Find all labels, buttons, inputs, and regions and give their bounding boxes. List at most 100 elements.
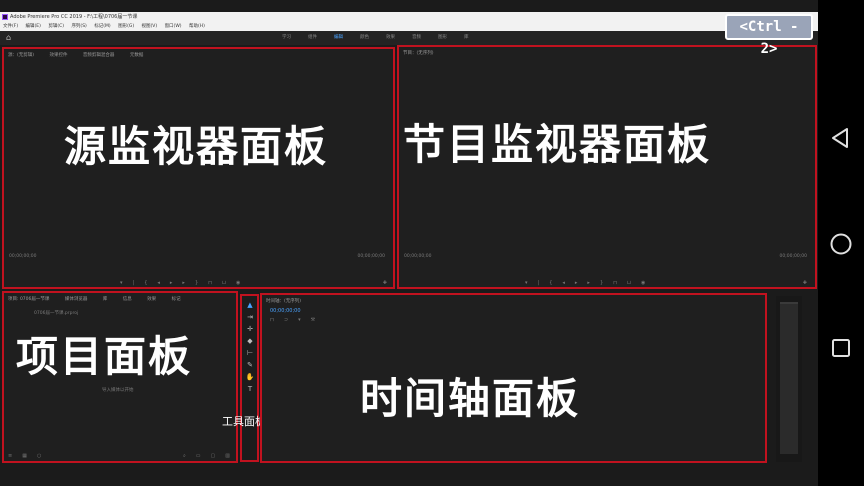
step-forward-icon[interactable]: ▸ — [182, 280, 185, 286]
play-icon[interactable]: ▸ — [170, 280, 173, 286]
mark-in-icon[interactable]: ▾ — [525, 280, 528, 286]
home-circle-icon[interactable] — [829, 232, 853, 256]
program-transport-controls: ▾ | { ◂ ▸ ▸ } ⊓ ⊔ ◉ — [525, 280, 645, 286]
android-nav-bar — [818, 0, 864, 486]
tab-markers[interactable]: 标记 — [172, 297, 181, 302]
program-timecode-left: 00;00;00;00 — [404, 254, 432, 259]
tools-panel: ▲ ⇥ ✛ ◆ ⊢ ✎ ✋ T — [240, 294, 259, 462]
go-to-out-icon[interactable]: } — [195, 280, 198, 286]
export-frame-icon[interactable]: ◉ — [641, 280, 645, 286]
step-back-icon[interactable]: ◂ — [562, 280, 565, 286]
track-select-tool-icon[interactable]: ⇥ — [245, 312, 255, 322]
workspace-bar: ⌂ 学习 组件 编辑 颜色 效果 音频 图形 库 — [0, 31, 818, 45]
timeline-settings-icon[interactable]: ⚒ — [311, 317, 315, 323]
step-back-icon[interactable]: ◂ — [157, 280, 160, 286]
overwrite-icon[interactable]: ⊔ — [222, 280, 226, 286]
tab-effects[interactable]: 效果 — [147, 297, 156, 302]
menu-edit[interactable]: 编辑(E) — [26, 24, 41, 29]
plus-icon[interactable]: ✚ — [803, 280, 807, 286]
home-icon[interactable]: ⌂ — [6, 34, 14, 42]
selection-tool-icon[interactable]: ▲ — [245, 300, 255, 310]
project-panel-tabs: 项目: 0706届一节课 媒体浏览器 库 信息 效果 标记 — [8, 296, 195, 302]
source-monitor-tabs: 源：(无剪辑) 效果控件 音频剪辑混合器 元数据 — [8, 52, 157, 58]
menu-help[interactable]: 帮助(H) — [189, 24, 205, 29]
status-bar — [0, 466, 818, 486]
workspace-tab-libraries[interactable]: 库 — [464, 31, 469, 45]
menu-file[interactable]: 文件(F) — [3, 24, 18, 29]
insert-icon[interactable]: ⊓ — [208, 280, 212, 286]
workspace-tab-graphics[interactable]: 图形 — [438, 31, 447, 45]
timeline-panel-tabs: 时间轴：(无序列) — [266, 298, 315, 304]
go-to-in-icon[interactable]: { — [144, 280, 147, 286]
project-panel: 项目: 0706届一节课 媒体浏览器 库 信息 效果 标记 0706届一节课.p… — [2, 291, 238, 463]
menu-clip[interactable]: 剪辑(C) — [48, 24, 64, 29]
workspace-tab-assembly[interactable]: 组件 — [308, 31, 317, 45]
program-monitor-panel: 节目：(无序列) 节目监视器面板 00;00;00;00 00;00;00;00… — [397, 45, 817, 289]
back-icon[interactable] — [829, 126, 853, 150]
source-timecode-right: 00;00;00;00 — [357, 254, 385, 259]
play-icon[interactable]: ▸ — [575, 280, 578, 286]
list-view-icon[interactable]: ≡ — [8, 453, 12, 459]
tab-audio-clip-mixer[interactable]: 音频剪辑混合器 — [83, 53, 115, 58]
lift-icon[interactable]: ⊓ — [613, 280, 617, 286]
step-forward-icon[interactable]: ▸ — [587, 280, 590, 286]
mark-in-icon[interactable]: ▾ — [120, 280, 123, 286]
ripple-edit-tool-icon[interactable]: ✛ — [245, 324, 255, 334]
menu-bar: 文件(F) 编辑(E) 剪辑(C) 序列(S) 标记(M) 图形(G) 视图(V… — [0, 22, 818, 31]
tab-metadata[interactable]: 元数据 — [130, 53, 144, 58]
pen-tool-icon[interactable]: ✎ — [245, 360, 255, 370]
linked-selection-icon[interactable]: ⊃ — [284, 317, 288, 323]
program-monitor-tabs: 节目：(无序列) — [403, 50, 448, 56]
hand-tool-icon[interactable]: ✋ — [245, 372, 255, 382]
tab-libraries[interactable]: 库 — [103, 297, 108, 302]
tab-program[interactable]: 节目：(无序列) — [403, 51, 434, 56]
mark-out-icon[interactable]: | — [538, 280, 540, 286]
timeline-tool-row: ⊓ ⊃ ▾ ⚒ — [270, 317, 315, 323]
tab-info[interactable]: 信息 — [123, 297, 132, 302]
slip-tool-icon[interactable]: ⊢ — [245, 348, 255, 358]
workspace-tab-learn[interactable]: 学习 — [282, 31, 291, 45]
type-tool-icon[interactable]: T — [245, 384, 255, 394]
workspace-tab-color[interactable]: 颜色 — [360, 31, 369, 45]
icon-view-icon[interactable]: ▦ — [22, 453, 27, 459]
menu-graphics[interactable]: 图形(G) — [118, 24, 134, 29]
recent-apps-icon[interactable] — [829, 336, 853, 360]
source-add-button[interactable]: ✚ — [383, 280, 387, 286]
export-frame-icon[interactable]: ◉ — [236, 280, 240, 286]
workspace-tab-audio[interactable]: 音频 — [412, 31, 421, 45]
plus-icon[interactable]: ✚ — [383, 280, 387, 286]
timeline-panel-label: 时间轴面板 — [360, 374, 581, 423]
title-bar: Adobe Premiere Pro CC 2019 - F:\工程\0706届… — [0, 12, 818, 22]
go-to-in-icon[interactable]: { — [549, 280, 552, 286]
workspace-tabs: 学习 组件 编辑 颜色 效果 音频 图形 库 — [282, 31, 486, 45]
premiere-app-icon — [2, 14, 8, 20]
tab-source[interactable]: 源：(无剪辑) — [8, 53, 34, 58]
workspace-tab-editing[interactable]: 编辑 — [334, 31, 343, 45]
timeline-panel: 时间轴：(无序列) 00;00;00;00 ⊓ ⊃ ▾ ⚒ 时间轴面板 — [260, 293, 767, 463]
project-bottom-toolbar: ≡ ▦ ○ — [8, 453, 41, 459]
program-add-button[interactable]: ✚ — [803, 280, 807, 286]
new-bin-icon[interactable]: ▭ — [196, 453, 201, 459]
tab-effect-controls[interactable]: 效果控件 — [49, 53, 67, 58]
menu-window[interactable]: 窗口(W) — [165, 24, 182, 29]
tab-project[interactable]: 项目: 0706届一节课 — [8, 297, 49, 302]
zoom-slider-icon[interactable]: ○ — [37, 453, 41, 459]
mark-out-icon[interactable]: | — [133, 280, 135, 286]
tab-timeline[interactable]: 时间轴：(无序列) — [266, 299, 301, 304]
audio-level-bar — [780, 302, 798, 454]
new-item-icon[interactable]: ▢ — [211, 453, 216, 459]
search-icon[interactable]: ⌕ — [183, 453, 186, 459]
razor-tool-icon[interactable]: ◆ — [245, 336, 255, 346]
extract-icon[interactable]: ⊔ — [627, 280, 631, 286]
tab-media-browser[interactable]: 媒体浏览器 — [65, 297, 88, 302]
source-timecode-left: 00;00;00;00 — [9, 254, 37, 259]
trash-icon[interactable]: ▥ — [225, 453, 230, 459]
snap-icon[interactable]: ⊓ — [270, 317, 274, 323]
go-to-out-icon[interactable]: } — [600, 280, 603, 286]
add-marker-icon[interactable]: ▾ — [298, 317, 301, 323]
menu-markers[interactable]: 标记(M) — [94, 24, 110, 29]
program-timecode-right: 00;00;00;00 — [779, 254, 807, 259]
menu-view[interactable]: 视图(V) — [142, 24, 158, 29]
menu-sequence[interactable]: 序列(S) — [71, 24, 86, 29]
workspace-tab-effects[interactable]: 效果 — [386, 31, 395, 45]
